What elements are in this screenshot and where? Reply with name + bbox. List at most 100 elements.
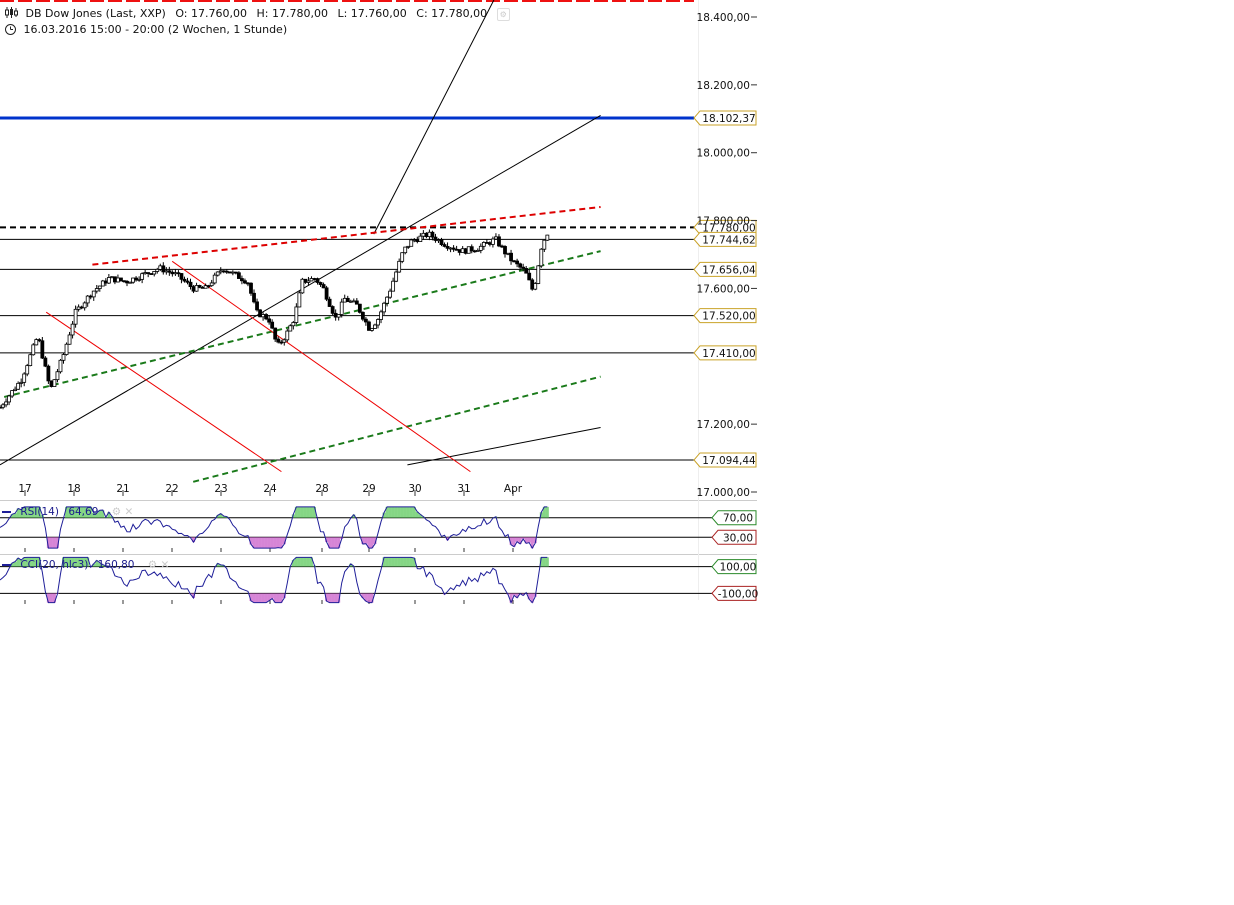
candle-body bbox=[542, 239, 547, 250]
candle-body bbox=[67, 334, 72, 345]
candle-body bbox=[348, 300, 353, 303]
candle-body bbox=[227, 271, 232, 274]
candle-body bbox=[400, 252, 405, 262]
candle-body bbox=[243, 280, 247, 284]
candle-body bbox=[170, 271, 175, 275]
trend-line bbox=[92, 206, 601, 266]
period-row: 16.03.2016 15:00 - 20:00 (2 Wochen, 1 St… bbox=[5, 22, 287, 36]
rsi-legend[interactable]: RSI(14) 64,69 ⚙ ✕ bbox=[2, 506, 133, 518]
candle-body bbox=[261, 314, 265, 318]
candle-body bbox=[43, 357, 48, 367]
y-tick-label: 18.000,00 bbox=[697, 148, 750, 160]
candle-body bbox=[442, 244, 447, 247]
price-level-tag[interactable]: 17.094,44 bbox=[693, 452, 757, 468]
candle-body bbox=[91, 290, 96, 298]
candle-body bbox=[533, 283, 538, 290]
candle-body bbox=[379, 311, 383, 320]
price-level-tag[interactable]: 17.520,00 bbox=[693, 308, 757, 324]
candle-body bbox=[318, 282, 323, 285]
candle-body bbox=[76, 306, 81, 310]
candle-body bbox=[188, 281, 193, 287]
candle-body bbox=[173, 272, 178, 275]
candle-body bbox=[297, 292, 302, 308]
candle-body bbox=[267, 318, 272, 323]
candle-body bbox=[34, 339, 39, 346]
candle-body bbox=[539, 248, 544, 267]
time-axis[interactable]: 17 18 21 22 23 24 28 29 30 31 Apr bbox=[18, 483, 522, 495]
rsi-settings-icon[interactable]: ⚙ ✕ bbox=[112, 506, 134, 518]
candle-body bbox=[521, 266, 526, 269]
candle-body bbox=[336, 314, 341, 318]
candle-body bbox=[412, 239, 417, 242]
open-value: O: 17.760,00 bbox=[175, 7, 247, 20]
candle-body bbox=[116, 277, 120, 283]
trend-lines bbox=[0, 0, 601, 483]
candle-body bbox=[481, 242, 486, 247]
price-axis[interactable]: 18.400,00 18.200,00 18.000,00 17.800,00 17.6… bbox=[697, 12, 757, 499]
low-value: L: 17.760,00 bbox=[337, 7, 407, 20]
candle-body bbox=[176, 272, 181, 275]
candle-body bbox=[312, 278, 317, 280]
cci-legend[interactable]: CCI(20, hlc3) 160,80 ⚙ ✕ bbox=[2, 559, 169, 571]
candle-body bbox=[4, 401, 8, 406]
candle-body bbox=[448, 247, 453, 250]
x-tick-label: 21 bbox=[116, 483, 129, 495]
price-chart[interactable]: 18.102,3717.780,0017.744,6217.656,0417.5… bbox=[0, 0, 1234, 905]
x-tick-label: 28 bbox=[315, 483, 328, 495]
candle-body bbox=[391, 280, 396, 292]
candlestick-type-icon[interactable] bbox=[5, 7, 18, 18]
x-tick-label: 22 bbox=[165, 483, 178, 495]
candle-body bbox=[46, 365, 51, 382]
candle-body bbox=[409, 239, 414, 247]
candle-body bbox=[427, 231, 432, 238]
chart-header: DB Dow Jones (Last, XXP) O: 17.760,00 H:… bbox=[5, 6, 510, 21]
x-tick-label: 18 bbox=[67, 483, 80, 495]
candle-body bbox=[469, 246, 474, 252]
candle-body bbox=[484, 242, 489, 244]
candle-body bbox=[185, 280, 190, 283]
candle-body bbox=[515, 260, 520, 265]
candle-body bbox=[339, 301, 344, 315]
x-tick-label: 29 bbox=[362, 483, 375, 495]
candle-body bbox=[424, 232, 429, 238]
rsi-label: RSI(14) bbox=[20, 506, 59, 518]
candle-body bbox=[194, 285, 199, 292]
price-level-tag[interactable]: 17.744,62 bbox=[693, 231, 757, 247]
band-tag[interactable]: 30,00 bbox=[711, 529, 757, 545]
candle-body bbox=[258, 309, 262, 318]
candle-body bbox=[246, 282, 250, 285]
price-level-tag[interactable]: 17.656,04 bbox=[693, 261, 757, 277]
candle-body bbox=[167, 270, 172, 273]
settings-gear-icon[interactable]: ⚙ bbox=[496, 8, 510, 21]
candle-body bbox=[466, 246, 471, 254]
candle-body bbox=[494, 236, 498, 240]
candle-body bbox=[270, 321, 275, 329]
price-level-tag-label: 17.410,00 bbox=[702, 348, 755, 360]
candle-body bbox=[279, 341, 284, 344]
band-tag[interactable]: 100,00 bbox=[711, 559, 757, 575]
candle-body bbox=[97, 285, 102, 289]
candle-body bbox=[149, 273, 154, 275]
candle-body bbox=[146, 272, 151, 274]
candle-body bbox=[394, 271, 399, 282]
candle-body bbox=[433, 236, 438, 241]
candle-body bbox=[49, 380, 54, 387]
price-level-tag[interactable]: 17.410,00 bbox=[693, 345, 757, 361]
rsi-color-swatch bbox=[2, 511, 11, 513]
cci-color-swatch bbox=[2, 564, 11, 566]
candle-body bbox=[430, 231, 435, 238]
price-level-tag-label: 17.520,00 bbox=[702, 311, 755, 323]
candle-body bbox=[406, 245, 411, 248]
price-level-tag[interactable]: 18.102,37 bbox=[693, 110, 757, 126]
cci-settings-icon[interactable]: ⚙ ✕ bbox=[148, 559, 170, 571]
candle-body bbox=[415, 239, 420, 242]
candle-body bbox=[500, 245, 504, 248]
candle-body bbox=[131, 277, 135, 283]
oversold-fill bbox=[46, 593, 537, 603]
candle-body bbox=[252, 292, 256, 303]
band-tag[interactable]: 70,00 bbox=[711, 510, 757, 526]
candle-body bbox=[491, 238, 495, 245]
candle-body bbox=[94, 288, 99, 292]
band-tag[interactable]: -100,00 bbox=[711, 585, 758, 601]
candle-body bbox=[333, 312, 338, 318]
